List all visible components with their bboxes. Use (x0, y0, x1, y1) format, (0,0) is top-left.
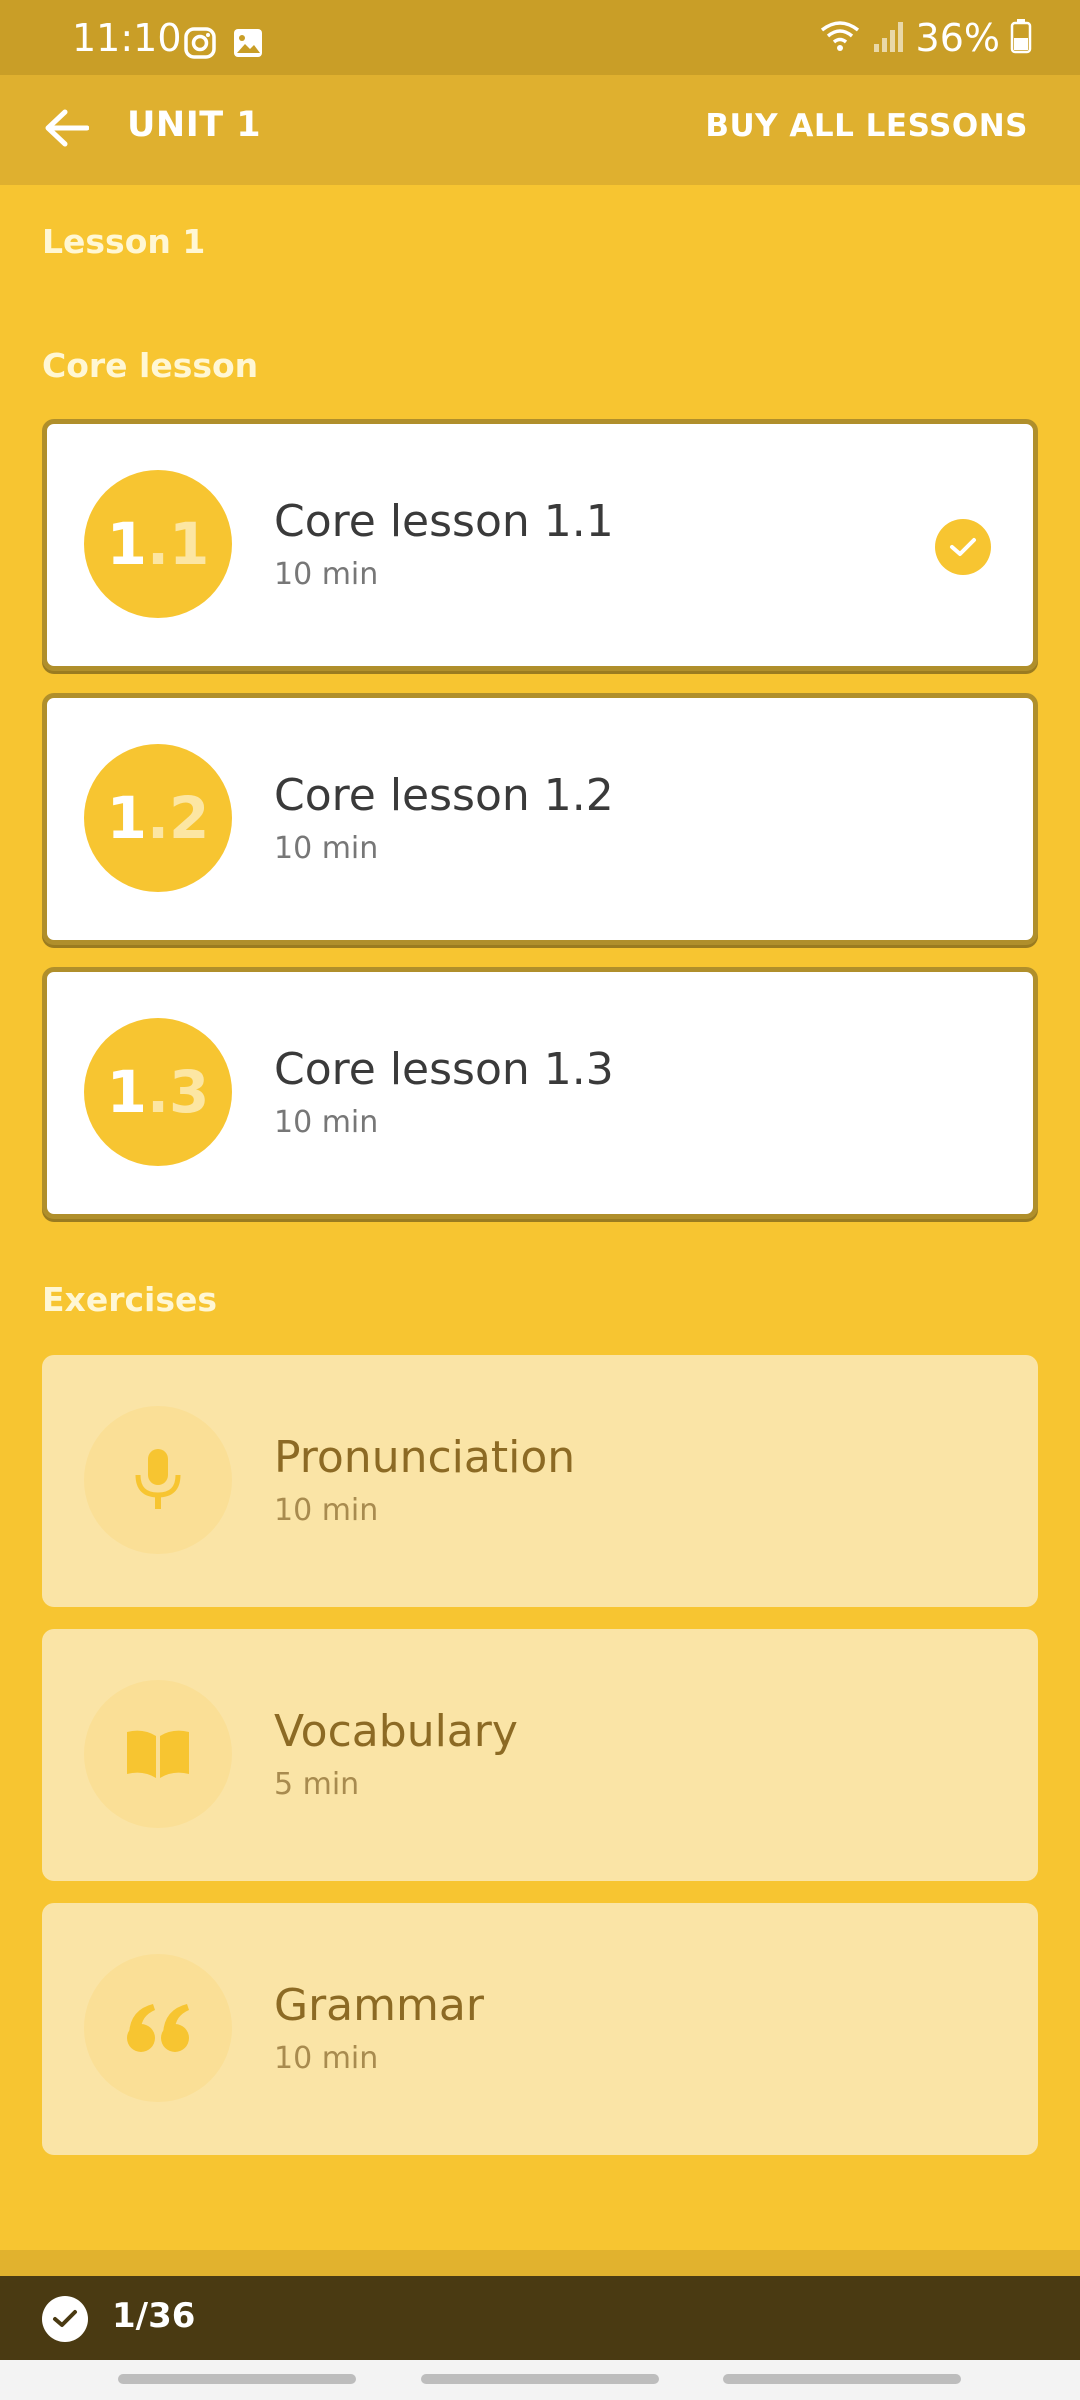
app-bar: UNIT 1 BUY ALL LESSONS (0, 75, 1080, 185)
signal-icon (872, 18, 906, 58)
core-lesson-card-3[interactable]: 1.3 Core lesson 1.3 10 min (42, 967, 1038, 1219)
lesson-duration: 10 min (274, 831, 379, 866)
lesson-title: Core lesson 1.2 (274, 770, 614, 821)
microphone-icon (84, 1406, 232, 1554)
exercise-title: Pronunciation (274, 1432, 576, 1483)
exercise-title: Grammar (274, 1980, 484, 2031)
exercise-card-grammar[interactable]: Grammar 10 min (42, 1903, 1038, 2155)
status-bar: 11:10 36% (0, 0, 1080, 75)
book-icon (84, 1680, 232, 1828)
exercise-duration: 10 min (274, 2041, 379, 2076)
battery-percent: 36% (915, 16, 1000, 60)
core-lesson-card-2[interactable]: 1.2 Core lesson 1.2 10 min (42, 693, 1038, 945)
core-lesson-heading: Core lesson (42, 346, 259, 385)
exercises-heading: Exercises (42, 1280, 218, 1319)
lesson-title: Core lesson 1.3 (274, 1044, 614, 1095)
arrow-left-icon (43, 108, 90, 152)
system-nav-bar (0, 2360, 1080, 2400)
status-time: 11:10 (72, 16, 182, 60)
bottom-divider (0, 2250, 1080, 2276)
core-lesson-card-1[interactable]: 1.1 Core lesson 1.1 10 min (42, 419, 1038, 671)
page-title: UNIT 1 (127, 105, 262, 145)
progress-bar[interactable]: 1/36 (0, 2276, 1080, 2360)
lesson-duration: 10 min (274, 1105, 379, 1140)
nav-back-button[interactable] (723, 2374, 961, 2384)
exercise-duration: 10 min (274, 1493, 379, 1528)
status-right-cluster: 36% (818, 16, 1032, 60)
lesson-duration: 10 min (274, 557, 379, 592)
exercise-title: Vocabulary (274, 1706, 518, 1757)
battery-icon (1010, 18, 1032, 58)
wifi-icon (818, 18, 862, 58)
back-button[interactable] (36, 100, 96, 160)
progress-check-icon (42, 2296, 88, 2342)
lesson-number-badge: 1.3 (84, 1018, 232, 1166)
lesson-title: Core lesson 1.1 (274, 496, 614, 547)
lesson-heading: Lesson 1 (42, 222, 206, 261)
exercise-card-vocabulary[interactable]: Vocabulary 5 min (42, 1629, 1038, 1881)
completed-check-icon (935, 519, 991, 575)
nav-recents-button[interactable] (118, 2374, 356, 2384)
buy-all-lessons-button[interactable]: BUY ALL LESSONS (705, 108, 1028, 144)
progress-count: 1/36 (112, 2296, 196, 2336)
exercise-card-pronunciation[interactable]: Pronunciation 10 min (42, 1355, 1038, 1607)
lesson-number-badge: 1.1 (84, 470, 232, 618)
quote-icon (84, 1954, 232, 2102)
exercise-duration: 5 min (274, 1767, 360, 1802)
instagram-icon (183, 26, 217, 60)
lesson-number-badge: 1.2 (84, 744, 232, 892)
gallery-icon (231, 26, 265, 60)
nav-home-button[interactable] (421, 2374, 659, 2384)
